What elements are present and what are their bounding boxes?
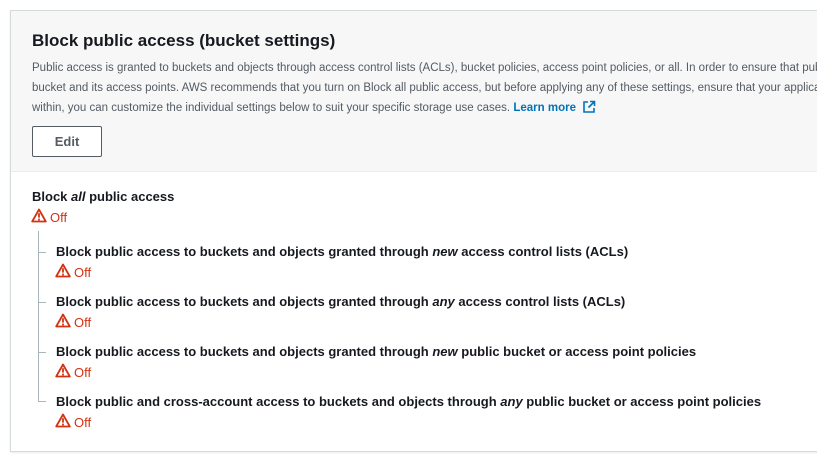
block-public-access-panel: Block public access (bucket settings) Pu…: [10, 10, 817, 452]
block-all-status: Off: [31, 208, 67, 226]
warning-triangle-icon: [55, 363, 74, 381]
warning-triangle-icon: [55, 313, 74, 331]
policy-any-label-pre: Block public and cross-account access to…: [56, 394, 501, 409]
description-line-3: within, you can customize the individual…: [32, 98, 817, 121]
policy-any-label: Block public and cross-account access to…: [56, 394, 761, 409]
description-line-3-text: within, you can customize the individual…: [32, 102, 511, 114]
policy-new-label-post: public bucket or access point policies: [457, 344, 697, 359]
acl-new-label: Block public access to buckets and objec…: [56, 244, 628, 259]
acl-any-label-pre: Block public access to buckets and objec…: [56, 294, 433, 309]
acl-any-label-em: any: [432, 294, 455, 309]
policy-any-status: Off: [55, 413, 91, 431]
acl-any-label-post: access control lists (ACLs): [454, 294, 626, 309]
acl-new-label-em: new: [432, 244, 458, 259]
acl-any-status: Off: [55, 313, 91, 331]
acl-new-status: Off: [55, 263, 91, 281]
block-all-label: Block all public access: [32, 189, 174, 204]
panel-header: Block public access (bucket settings) Pu…: [11, 11, 817, 172]
warning-triangle-icon: [31, 208, 50, 226]
section-title: Block public access (bucket settings): [32, 31, 336, 50]
tree-tick: [38, 252, 46, 253]
acl-new-status-text: Off: [74, 264, 92, 280]
tree-tick: [38, 302, 46, 303]
block-all-label-em: all: [71, 189, 86, 204]
tree-tick: [38, 401, 46, 402]
policy-any-label-post: public bucket or access point policies: [522, 394, 762, 409]
tree-tick: [38, 352, 46, 353]
acl-any-status-text: Off: [74, 314, 92, 330]
warning-triangle-icon: [55, 263, 74, 281]
policy-any-status-text: Off: [74, 414, 92, 430]
warning-triangle-icon: [55, 413, 74, 431]
policy-new-label-pre: Block public access to buckets and objec…: [56, 344, 433, 359]
block-all-status-text: Off: [50, 209, 68, 225]
tree-connector: [38, 231, 39, 401]
block-all-label-pre: Block: [32, 189, 72, 204]
policy-new-label: Block public access to buckets and objec…: [56, 344, 696, 359]
description-line-2: bucket and its access points. AWS recomm…: [32, 82, 817, 94]
section-description: Public access is granted to buckets and …: [32, 58, 817, 121]
acl-any-label: Block public access to buckets and objec…: [56, 294, 625, 309]
learn-more-link[interactable]: Learn more: [513, 100, 596, 114]
policy-new-label-em: new: [432, 344, 458, 359]
block-all-label-post: public access: [85, 189, 175, 204]
learn-more-label: Learn more: [513, 102, 576, 114]
external-link-icon: [582, 100, 596, 121]
acl-new-label-post: access control lists (ACLs): [457, 244, 629, 259]
acl-new-label-pre: Block public access to buckets and objec…: [56, 244, 433, 259]
policy-new-status-text: Off: [74, 364, 92, 380]
description-line-1: Public access is granted to buckets and …: [32, 62, 817, 74]
policy-any-label-em: any: [500, 394, 523, 409]
edit-button[interactable]: Edit: [32, 126, 102, 157]
policy-new-status: Off: [55, 363, 91, 381]
